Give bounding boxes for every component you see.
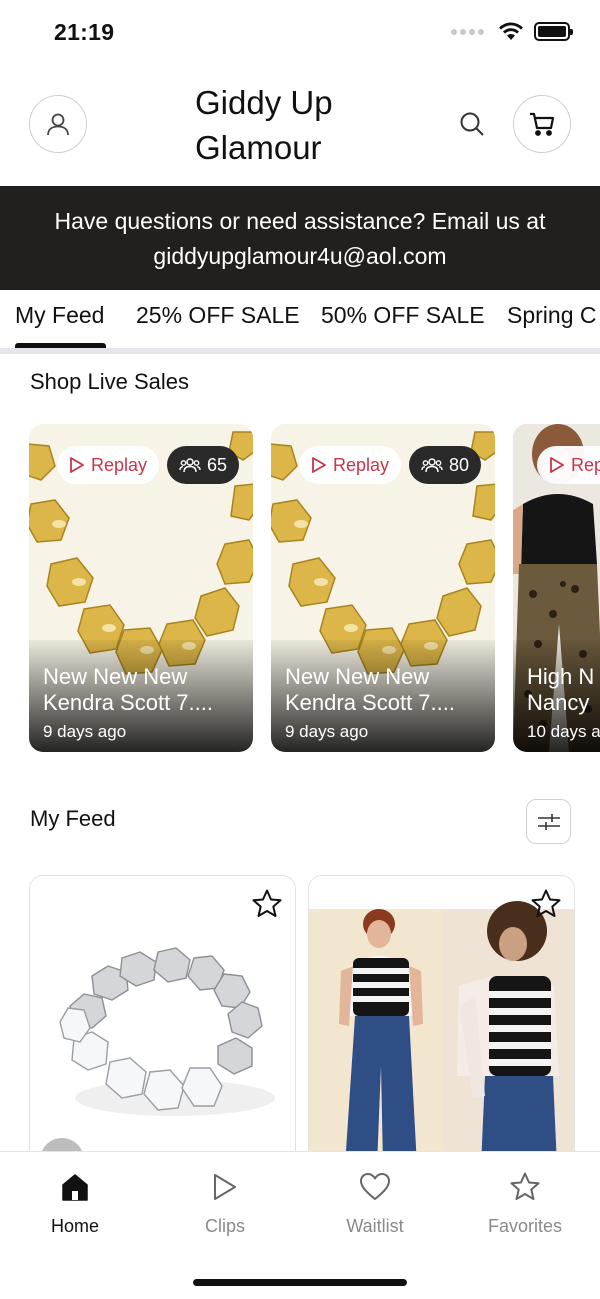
live-sale-title: High N Nancy [527,664,595,715]
tab-50-off-sale[interactable]: 50% OFF SALE [321,302,485,329]
nav-waitlist[interactable]: Waitlist [300,1170,450,1237]
viewers-icon [421,458,443,473]
nav-favorites[interactable]: Favorites [450,1170,600,1237]
bottom-navigation: Home Clips Waitlist Favorites [0,1151,600,1299]
user-icon [47,113,69,136]
live-sale-title: New New New Kendra Scott 7.... [285,664,455,715]
product-card[interactable] [29,875,296,1165]
nav-clips[interactable]: Clips [150,1170,300,1237]
play-outline-icon [70,457,84,473]
banner-text: Have questions or need assistance? Email… [54,208,546,234]
replay-badge: Replay [299,446,402,484]
active-tab-indicator [15,343,106,348]
live-sale-title: New New New Kendra Scott 7.... [43,664,213,715]
nav-home[interactable]: Home [0,1170,150,1237]
live-sale-card[interactable]: Replay 65 New New New Kendra Scott 7....… [29,424,253,752]
sliders-icon [537,813,560,830]
replay-label: Replay [333,454,390,475]
star-outline-icon [252,889,282,917]
home-indicator [193,1279,407,1286]
play-icon [214,1174,236,1200]
live-sales-carousel: Replay 65 New New New Kendra Scott 7....… [0,424,600,754]
store-brand-title: Giddy Up Glamour [195,84,333,166]
favorite-button[interactable] [249,886,285,922]
filter-button[interactable] [526,799,571,844]
category-tabs: My Feed 25% OFF SALE 50% OFF SALE Spring… [0,290,600,354]
tab-25-off-sale[interactable]: 25% OFF SALE [136,302,300,329]
profile-button[interactable] [29,95,87,153]
replay-label: Rep [571,454,600,475]
heart-icon [360,1173,390,1200]
signal-icon [451,28,484,35]
live-sale-date: 10 days a [527,722,600,741]
live-sales-title: Shop Live Sales [30,369,189,394]
status-time: 21:19 [54,19,115,45]
feed-title: My Feed [30,806,116,831]
search-button[interactable] [452,104,492,144]
viewer-count: 80 [449,454,470,475]
favorite-button[interactable] [528,886,564,922]
status-bar: 21:19 [0,0,600,66]
home-icon [62,1174,88,1201]
tab-my-feed[interactable]: My Feed [15,302,104,329]
viewer-count: 65 [207,454,228,475]
live-sale-card[interactable]: Rep High N Nancy 10 days a [513,424,600,752]
battery-icon [534,22,573,41]
search-icon [460,112,484,136]
banner-email[interactable]: giddyupglamour4u@aol.com [0,239,600,274]
viewers-icon [179,458,201,473]
replay-label: Replay [91,454,148,475]
status-icons [451,22,573,41]
replay-badge: Rep [537,446,600,484]
play-outline-icon [312,457,326,473]
star-outline-icon [531,889,561,917]
product-card[interactable] [308,875,575,1165]
contact-banner: Have questions or need assistance? Email… [0,186,600,290]
tab-spring[interactable]: Spring C [507,302,596,329]
cart-icon [530,112,555,136]
star-icon [510,1172,540,1200]
wifi-icon [499,22,523,40]
viewers-badge: 65 [167,446,240,484]
viewers-badge: 80 [409,446,482,484]
live-sale-card[interactable]: Replay 80 New New New Kendra Scott 7....… [271,424,495,752]
play-outline-icon [550,457,564,473]
app-header: Giddy Up Glamour [0,66,600,186]
cart-button[interactable] [513,95,571,153]
live-sale-date: 9 days ago [43,722,127,741]
live-sale-date: 9 days ago [285,722,369,741]
replay-badge: Replay [57,446,160,484]
